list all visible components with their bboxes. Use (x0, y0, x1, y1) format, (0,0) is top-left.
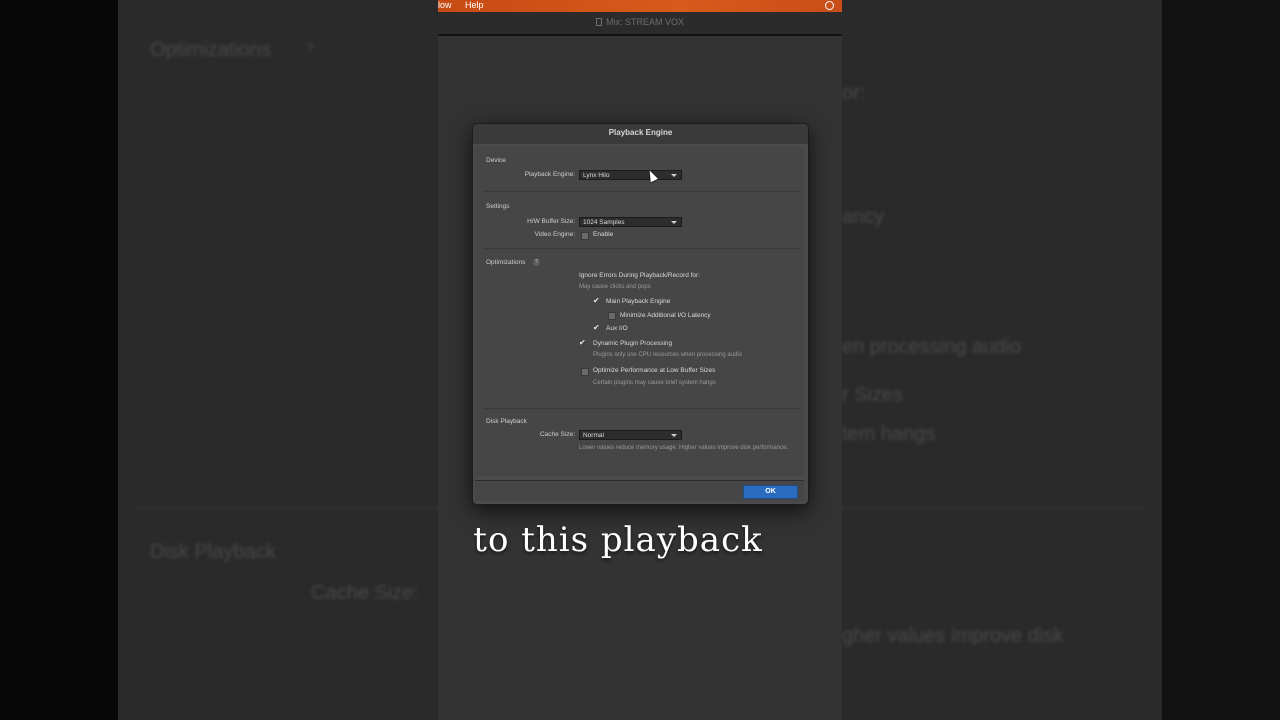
buffer-size-value: 1024 Samples (583, 219, 625, 226)
dynamic-plugin-hint: Plugins only use CPU resources when proc… (593, 352, 743, 358)
menu-bar: low Help (438, 0, 842, 12)
cache-size-hint: Lower values reduce memory usage. Higher… (579, 445, 789, 451)
playback-engine-value: Lynx Hilo (583, 172, 610, 179)
background-left-edge (0, 0, 118, 720)
video-engine-enable-label: Enable (593, 231, 614, 238)
chevron-down-icon (671, 434, 677, 437)
optimize-low-buffer-label: Optimize Performance at Low Buffer Sizes (593, 367, 716, 374)
cache-size-select[interactable]: Normal (579, 430, 682, 440)
divider (483, 191, 801, 192)
menubar-status-icon[interactable] (825, 1, 834, 10)
bg-optimizations-label: Optimizations (150, 39, 272, 61)
section-disk-playback: Disk Playback (486, 418, 527, 425)
video-caption: to this playback (473, 520, 763, 560)
buffer-size-select[interactable]: 1024 Samples (579, 217, 682, 227)
main-playback-engine-label: Main Playback Engine (606, 298, 671, 305)
divider (483, 248, 801, 249)
menu-item-window[interactable]: low (438, 0, 452, 11)
dialog-footer: OK (475, 480, 804, 501)
optimize-low-buffer-checkbox[interactable] (581, 368, 589, 376)
section-device: Device (486, 157, 506, 164)
background-right-edge (1162, 0, 1280, 720)
buffer-size-label: H/W Buffer Size: (527, 218, 575, 225)
ignore-errors-hint: May cause clicks and pops (579, 284, 651, 290)
bg-text-for: or: (842, 82, 866, 104)
cache-size-label: Cache Size: (539, 431, 575, 438)
aux-io-checkbox[interactable]: ✔ (593, 324, 601, 333)
bg-text-hangs: tem hangs (842, 423, 936, 445)
bg-text-latency: ancy (842, 206, 885, 228)
playback-engine-select[interactable]: Lynx Hilo (579, 170, 682, 180)
section-optimizations: Optimizations (486, 259, 526, 266)
section-settings: Settings (486, 203, 510, 210)
bg-text-improve: gher values improve disk (842, 625, 1064, 647)
dynamic-plugin-label: Dynamic Plugin Processing (593, 340, 673, 347)
ok-button[interactable]: OK (743, 485, 798, 499)
bg-help-mark: ? (306, 40, 314, 56)
main-playback-engine-checkbox[interactable]: ✔ (593, 297, 601, 306)
bg-disk-playback-label: Disk Playback (150, 541, 276, 563)
playback-engine-label: Playback Engine: (524, 171, 575, 178)
document-icon (595, 18, 602, 26)
bg-text-processing: en processing audio (842, 336, 1022, 358)
chevron-down-icon (671, 174, 677, 177)
video-engine-checkbox[interactable] (581, 232, 589, 240)
chevron-down-icon (671, 221, 677, 224)
divider (483, 408, 801, 409)
minimize-latency-checkbox[interactable] (608, 312, 616, 320)
playback-engine-dialog: Playback Engine Device Playback Engine: … (472, 123, 809, 505)
optimize-low-buffer-hint: Certain plugins may cause brief system h… (593, 380, 716, 386)
dynamic-plugin-checkbox[interactable]: ✔ (579, 339, 587, 348)
mix-window-title: Mix: STREAM VOX (605, 17, 684, 27)
mix-window-titlebar: Mix: STREAM VOX (438, 12, 842, 36)
aux-io-label: Aux I/O (606, 325, 628, 332)
minimize-latency-label: Minimize Additional I/O Latency (620, 312, 711, 319)
video-engine-label: Video Engine: (534, 231, 575, 238)
menu-item-help[interactable]: Help (465, 0, 484, 11)
dialog-title: Playback Engine (473, 124, 808, 144)
ignore-errors-label: Ignore Errors During Playback/Record for… (579, 272, 701, 279)
help-icon[interactable]: ? (533, 259, 540, 266)
bg-cache-size-label: Cache Size: (311, 582, 419, 604)
cache-size-value: Normal (583, 432, 604, 439)
dialog-body: Device Playback Engine: Lynx Hilo Settin… (475, 146, 804, 476)
bg-text-sizes: r Sizes (842, 384, 904, 406)
